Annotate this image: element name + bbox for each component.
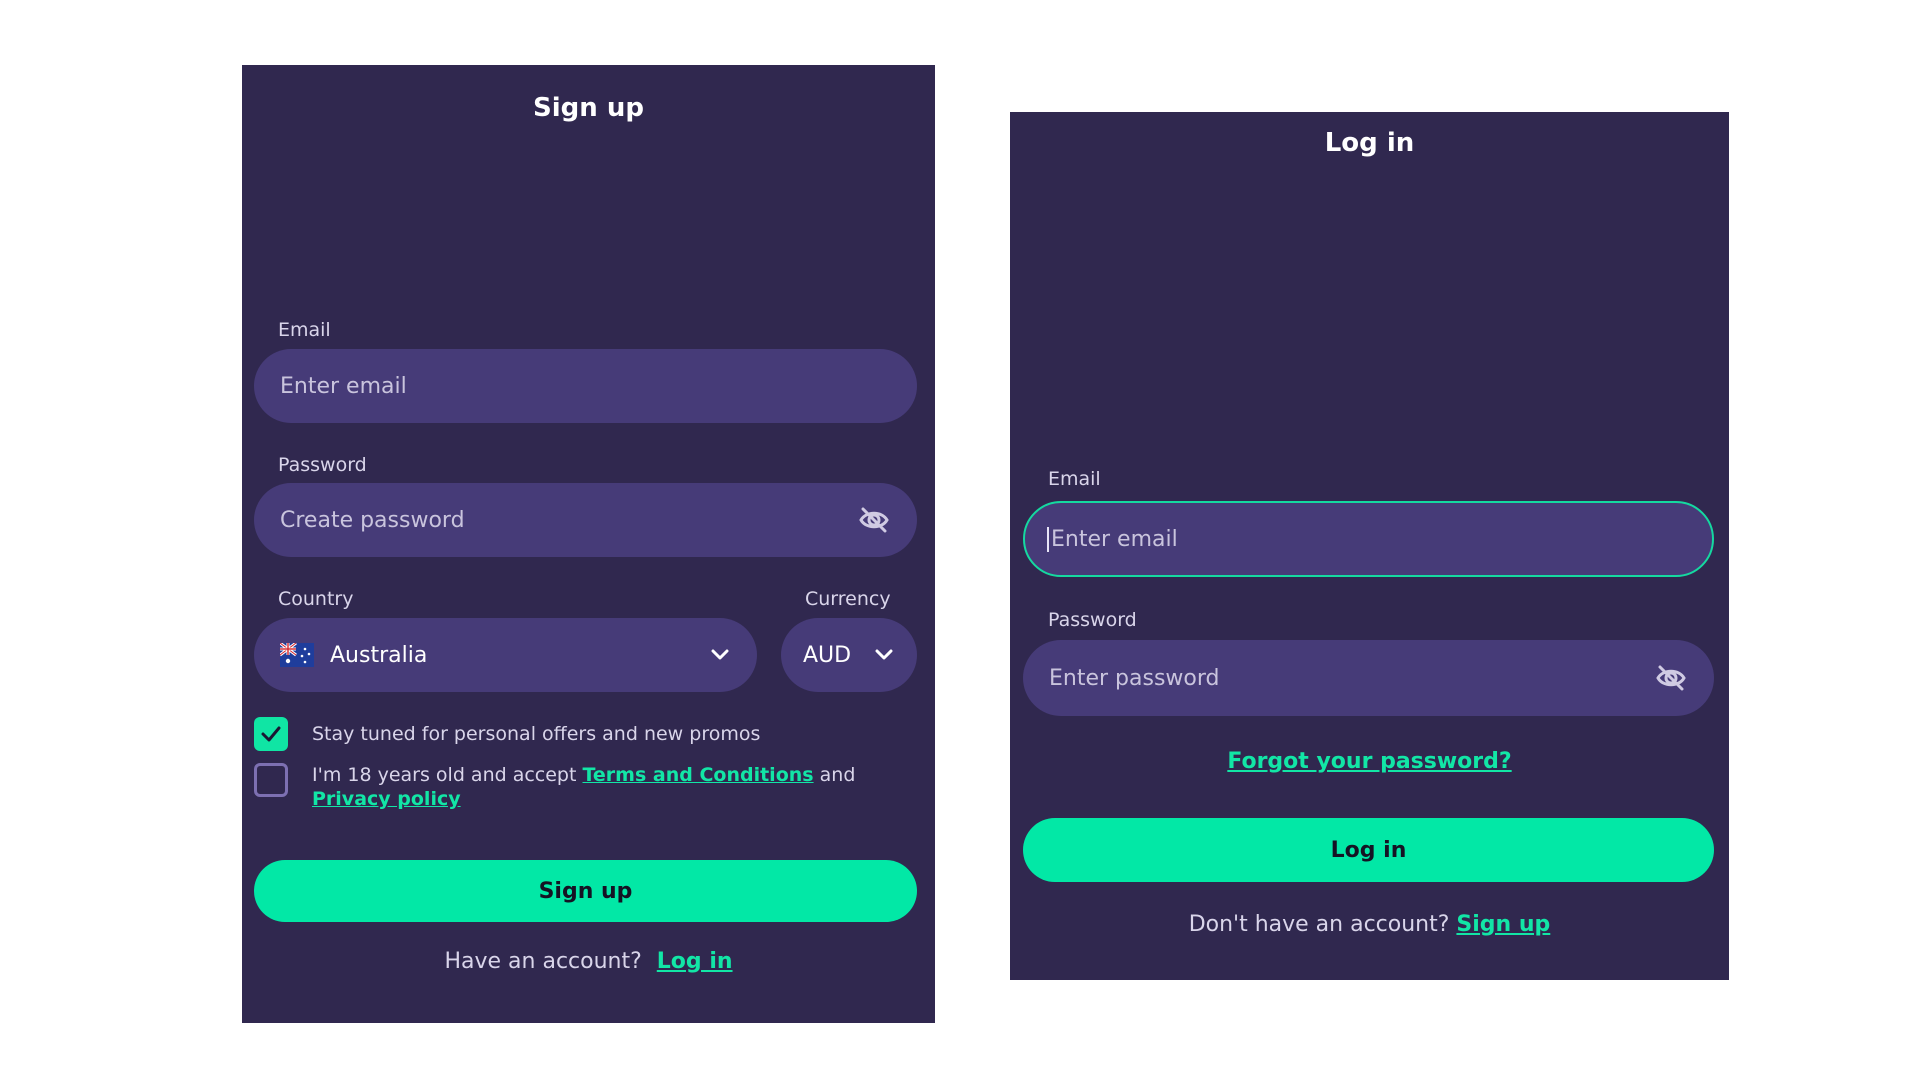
- signup-password-placeholder: Create password: [280, 507, 465, 533]
- login-title: Log in: [1324, 128, 1415, 158]
- terms-text: I'm 18 years old and accept Terms and Co…: [312, 763, 912, 811]
- login-button[interactable]: Log in: [1023, 818, 1714, 882]
- currency-value: AUD: [803, 642, 852, 668]
- login-password-placeholder: Enter password: [1049, 665, 1220, 691]
- login-email-placeholder: Enter email: [1047, 526, 1686, 552]
- signup-footer: Have an account? Log in: [242, 949, 935, 974]
- signup-password-label: Password: [278, 454, 367, 476]
- signup-email-placeholder: Enter email: [280, 373, 407, 399]
- signup-title: Sign up: [533, 93, 644, 123]
- login-footer: Don't have an account? Sign up: [1010, 912, 1729, 937]
- eye-off-icon[interactable]: [1654, 663, 1688, 693]
- signup-button[interactable]: Sign up: [254, 860, 917, 922]
- signup-email-input[interactable]: Enter email: [254, 349, 917, 423]
- login-panel: Log in Email Enter email Password Enter …: [1010, 112, 1729, 980]
- australia-flag-icon: [279, 641, 314, 667]
- signup-link[interactable]: Sign up: [1456, 912, 1550, 937]
- signup-panel: Sign up Email Enter email Password Creat…: [242, 65, 935, 1023]
- terms-prefix: I'm 18 years old and accept: [312, 764, 583, 786]
- signup-password-input[interactable]: Create password: [254, 483, 917, 557]
- login-email-label: Email: [1048, 468, 1101, 490]
- signup-footer-text: Have an account?: [444, 949, 642, 974]
- promo-checkbox[interactable]: [254, 717, 288, 751]
- forgot-password-link-wrap: Forgot your password?: [1010, 749, 1729, 774]
- privacy-link[interactable]: Privacy policy: [312, 788, 461, 810]
- forgot-password-link[interactable]: Forgot your password?: [1227, 749, 1511, 774]
- chevron-down-icon: [873, 644, 895, 666]
- login-email-input[interactable]: Enter email: [1023, 501, 1714, 577]
- country-select[interactable]: Australia: [254, 618, 757, 692]
- checkmark-icon: [261, 726, 281, 742]
- country-value: Australia: [330, 642, 428, 668]
- terms-link[interactable]: Terms and Conditions: [582, 764, 813, 786]
- eye-off-icon[interactable]: [857, 505, 891, 535]
- login-link[interactable]: Log in: [657, 949, 733, 974]
- terms-checkbox[interactable]: [254, 763, 288, 797]
- country-label: Country: [278, 588, 354, 610]
- login-password-input[interactable]: Enter password: [1023, 640, 1714, 716]
- currency-select[interactable]: AUD: [781, 618, 917, 692]
- signup-email-label: Email: [278, 319, 331, 341]
- chevron-down-icon: [709, 644, 731, 666]
- currency-label: Currency: [805, 588, 891, 610]
- login-footer-text: Don't have an account?: [1188, 912, 1450, 937]
- promo-text: Stay tuned for personal offers and new p…: [312, 723, 761, 745]
- login-password-label: Password: [1048, 609, 1137, 631]
- terms-and: and: [813, 764, 856, 786]
